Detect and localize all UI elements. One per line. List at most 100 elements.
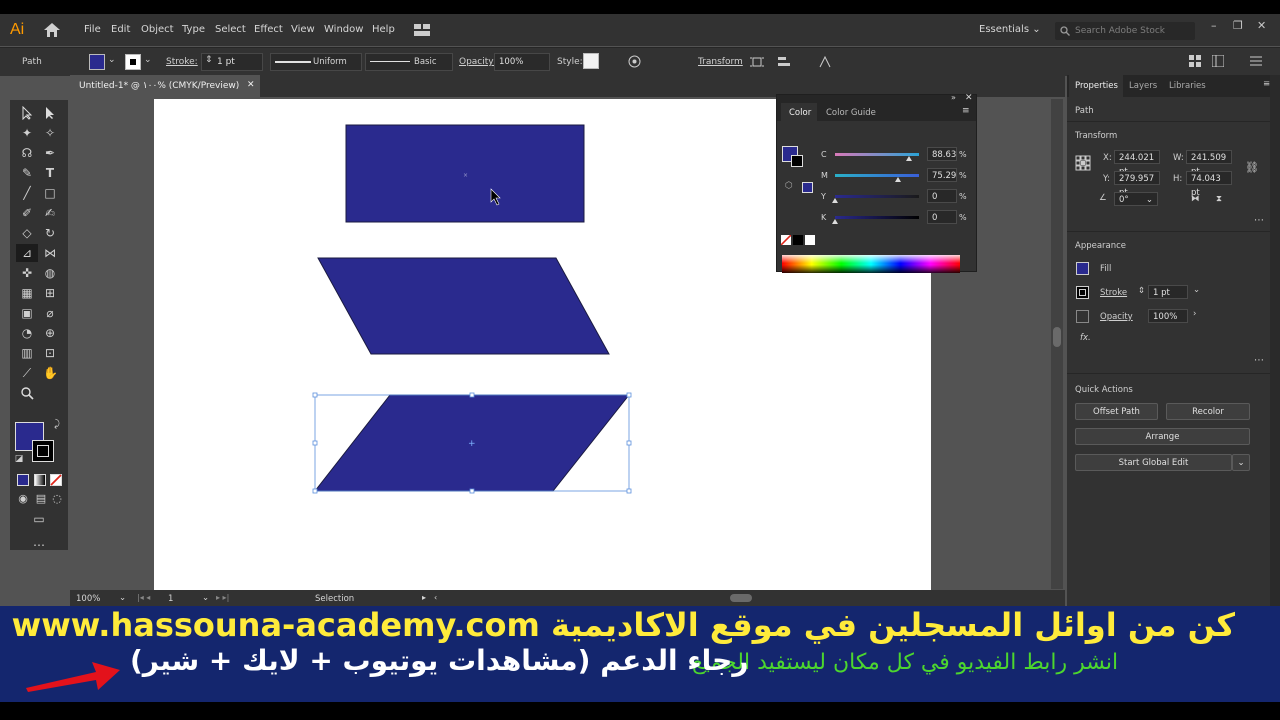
align-icon[interactable] [777, 55, 791, 69]
opacity-field[interactable]: 100% [494, 53, 550, 71]
menu-object[interactable]: Object [141, 24, 174, 35]
opacity-link[interactable]: Opacity [1100, 312, 1133, 322]
flip-horizontal-icon[interactable]: ⧓ [1191, 194, 1200, 204]
hand-tool-icon[interactable]: ✋ [43, 366, 58, 380]
status-menu-icon[interactable]: ▸ [422, 593, 426, 602]
white-swatch[interactable] [805, 235, 815, 245]
next-artboard-icon[interactable]: ▸ ▸| [216, 593, 229, 602]
panel-menu-icon[interactable] [1250, 55, 1262, 67]
chevron-down-icon[interactable]: ⌄ [144, 55, 152, 65]
more-tools-icon[interactable]: ⋯ [32, 538, 46, 552]
close-panel-icon[interactable]: ✕ [965, 93, 973, 103]
none-mode-icon[interactable] [50, 474, 62, 486]
panel-layout-icon[interactable] [1212, 55, 1224, 67]
panel-scrollbar[interactable] [1270, 75, 1280, 606]
panel-stroke-swatch[interactable] [791, 155, 803, 167]
chevron-right-icon[interactable]: › [1193, 309, 1196, 319]
parallelogram-shape[interactable] [317, 257, 610, 355]
workspace-switcher[interactable]: Essentials ⌄ [979, 24, 1041, 35]
zoom-level[interactable]: 100% [76, 594, 100, 604]
yellow-value-field[interactable]: 0 [927, 189, 957, 203]
menu-type[interactable]: Type [182, 24, 205, 35]
y-field[interactable]: 279.957 pt [1114, 171, 1160, 198]
x-field[interactable]: 244.021 pt [1114, 150, 1160, 177]
opacity-label[interactable]: Opacity: [459, 57, 496, 67]
slice-tool-icon[interactable]: ⟋ [20, 366, 34, 380]
color-spectrum[interactable] [782, 255, 960, 273]
anchor-point-icon[interactable]: ✎ [20, 166, 34, 180]
gradient-tool-icon[interactable]: ▣ [20, 306, 34, 320]
zoom-tool-icon[interactable] [20, 386, 34, 400]
swap-colors-icon[interactable]: ⤸ [50, 418, 64, 432]
flip-vertical-icon[interactable]: ⧗ [1216, 194, 1222, 204]
first-artboard-icon[interactable]: |◂ ◂ [137, 593, 150, 602]
rectangle-tool-icon[interactable]: □ [43, 186, 57, 200]
width-field[interactable]: 241.509 pt [1186, 150, 1232, 177]
menu-effect[interactable]: Effect [254, 24, 283, 35]
slider-track[interactable] [835, 174, 919, 177]
menu-view[interactable]: View [291, 24, 315, 35]
slider-track[interactable] [835, 216, 919, 219]
tab-layers[interactable]: Layers [1129, 81, 1157, 91]
reference-point-icon[interactable] [1075, 155, 1091, 171]
more-options-icon[interactable]: ⋯ [1254, 215, 1264, 226]
appearance-fill-swatch[interactable] [1076, 262, 1089, 275]
appearance-stroke-swatch[interactable] [1076, 286, 1089, 299]
horizontal-scroll-thumb[interactable] [730, 594, 752, 602]
fx-button[interactable]: fx. [1080, 333, 1091, 343]
global-edit-options-button[interactable]: ⌄ [1232, 454, 1250, 471]
stepper-icon[interactable]: ⇕ [1138, 286, 1145, 296]
height-field[interactable]: 74.043 pt [1186, 171, 1232, 198]
menu-help[interactable]: Help [372, 24, 395, 35]
vertical-scrollbar[interactable] [1051, 99, 1063, 589]
draw-behind-icon[interactable]: ▤ [34, 492, 48, 506]
perspective-grid-icon[interactable]: ▦ [20, 286, 34, 300]
recolor-button[interactable]: Recolor [1166, 403, 1250, 420]
slider-thumb[interactable] [906, 156, 913, 161]
draw-inside-icon[interactable]: ◌ [50, 492, 64, 506]
screen-mode-icon[interactable]: ▭ [32, 512, 46, 526]
menu-edit[interactable]: Edit [111, 24, 130, 35]
chevron-down-icon[interactable]: ⌄ [119, 593, 126, 603]
slider-thumb[interactable] [832, 198, 838, 203]
lasso-icon[interactable]: ✧ [43, 126, 57, 140]
recolor-artwork-icon[interactable] [628, 55, 641, 68]
stepper-icon[interactable]: ⇕ [205, 55, 213, 65]
slider-thumb[interactable] [832, 219, 838, 224]
style-swatch[interactable] [583, 53, 599, 69]
stroke-color-swatch[interactable] [32, 440, 54, 462]
menu-file[interactable]: File [84, 24, 101, 35]
rotate-field[interactable]: 0° ⌄ [1114, 192, 1158, 206]
width-tool-icon[interactable]: ⋈ [43, 246, 57, 260]
stroke-profile-dropdown[interactable]: Uniform [270, 53, 362, 71]
chevron-down-icon[interactable]: ⌄ [108, 55, 116, 65]
tab-color-guide[interactable]: Color Guide [826, 108, 876, 118]
shape-builder-icon[interactable]: ◍ [43, 266, 57, 280]
none-swatch-icon[interactable] [781, 235, 791, 245]
tab-properties[interactable]: Properties [1075, 81, 1118, 91]
path-options-icon[interactable] [818, 55, 832, 69]
chevron-down-icon[interactable]: ⌄ [202, 593, 209, 603]
maximize-button[interactable]: ❐ [1233, 19, 1243, 32]
stroke-link[interactable]: Stroke [1100, 288, 1127, 298]
color-mode-icon[interactable] [17, 474, 29, 486]
arrange-documents-icon[interactable] [414, 24, 430, 36]
puppet-warp-icon[interactable]: ✜ [20, 266, 34, 280]
black-value-field[interactable]: 0 [927, 210, 957, 224]
offset-path-button[interactable]: Offset Path [1075, 403, 1158, 420]
menu-select[interactable]: Select [215, 24, 246, 35]
eraser-icon[interactable]: ◇ [20, 226, 34, 240]
panel-grid-icon[interactable] [1189, 55, 1201, 67]
close-window-button[interactable]: ✕ [1257, 19, 1266, 32]
paintbrush-icon[interactable]: ✐ [20, 206, 34, 220]
panel-menu-icon[interactable]: ≡ [962, 106, 970, 116]
pen-tool-icon[interactable]: ✒ [43, 146, 57, 160]
isolate-icon[interactable] [750, 55, 764, 69]
arrange-button[interactable]: Arrange [1075, 428, 1250, 445]
eyedropper-icon[interactable]: ⌀ [43, 306, 57, 320]
shaper-tool-icon[interactable]: ✍ [43, 206, 57, 220]
constrain-proportions-icon[interactable]: ⛓ [1245, 161, 1259, 174]
rotate-tool-icon[interactable]: ↻ [43, 226, 57, 240]
black-swatch[interactable] [793, 235, 803, 245]
stroke-weight-field[interactable]: ⇕ 1 pt [201, 53, 263, 71]
